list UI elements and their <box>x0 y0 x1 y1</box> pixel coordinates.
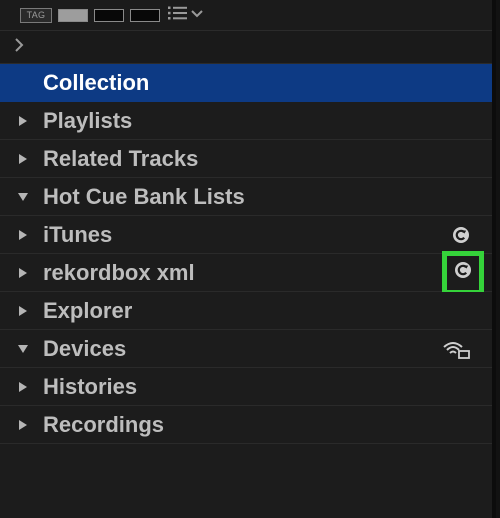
tree-item-label: Explorer <box>43 297 133 323</box>
triangle-down-icon[interactable] <box>16 344 30 354</box>
list-mode-button[interactable] <box>168 5 203 26</box>
color-filter-swatch-black-2[interactable] <box>130 8 160 22</box>
tree-item-histories[interactable]: Histories <box>0 368 492 406</box>
tree-item-label: Hot Cue Bank Lists <box>43 183 245 209</box>
tree-empty-area <box>0 444 492 518</box>
triangle-right-icon[interactable] <box>16 229 30 241</box>
sync-icon[interactable] <box>452 226 470 244</box>
tree-item-collection[interactable]: Collection <box>0 64 492 102</box>
chevron-right-icon[interactable] <box>14 37 24 57</box>
triangle-down-icon[interactable] <box>16 192 30 202</box>
media-browser-panel: TAG Collection Playlists Related Tracks … <box>0 0 496 518</box>
tree-item-playlists[interactable]: Playlists <box>0 102 492 140</box>
triangle-right-icon[interactable] <box>16 267 30 279</box>
tree-item-label: Histories <box>43 373 138 399</box>
tree-item-hot-cue-bank-lists[interactable]: Hot Cue Bank Lists <box>0 178 492 216</box>
tree-item-explorer[interactable]: Explorer <box>0 292 492 330</box>
tree-item-rekordbox-xml[interactable]: rekordbox xml <box>0 250 492 295</box>
tree-item-devices[interactable]: Devices <box>0 330 492 368</box>
wireless-device-icon[interactable] <box>442 339 470 359</box>
tree-item-label: Collection <box>43 69 150 95</box>
tag-filter-button[interactable]: TAG <box>20 7 52 23</box>
sync-icon[interactable] <box>454 261 472 284</box>
tree-item-related-tracks[interactable]: Related Tracks <box>0 140 492 178</box>
source-tree: Collection Playlists Related Tracks Hot … <box>0 64 492 518</box>
tree-item-label: Devices <box>43 335 127 361</box>
tree-item-label: iTunes <box>43 221 113 247</box>
triangle-right-icon[interactable] <box>16 115 30 127</box>
tree-item-label: Related Tracks <box>43 145 199 171</box>
highlight-box <box>442 250 484 295</box>
list-icon <box>168 5 188 26</box>
tree-item-recordings[interactable]: Recordings <box>0 406 492 444</box>
triangle-right-icon[interactable] <box>16 153 30 165</box>
color-filter-swatch-black-1[interactable] <box>94 8 124 22</box>
tree-item-label: Recordings <box>43 411 165 437</box>
triangle-right-icon[interactable] <box>16 305 30 317</box>
tree-item-itunes[interactable]: iTunes <box>0 216 492 254</box>
tree-item-label: Playlists <box>43 107 133 133</box>
triangle-right-icon[interactable] <box>16 419 30 431</box>
chevron-down-icon <box>191 6 203 24</box>
breadcrumb-toggle-row[interactable] <box>0 31 492 64</box>
color-filter-swatch-grey[interactable] <box>58 8 88 22</box>
browser-toolbar: TAG <box>0 0 492 31</box>
triangle-right-icon[interactable] <box>16 381 30 393</box>
tree-item-label: rekordbox xml <box>43 259 195 285</box>
